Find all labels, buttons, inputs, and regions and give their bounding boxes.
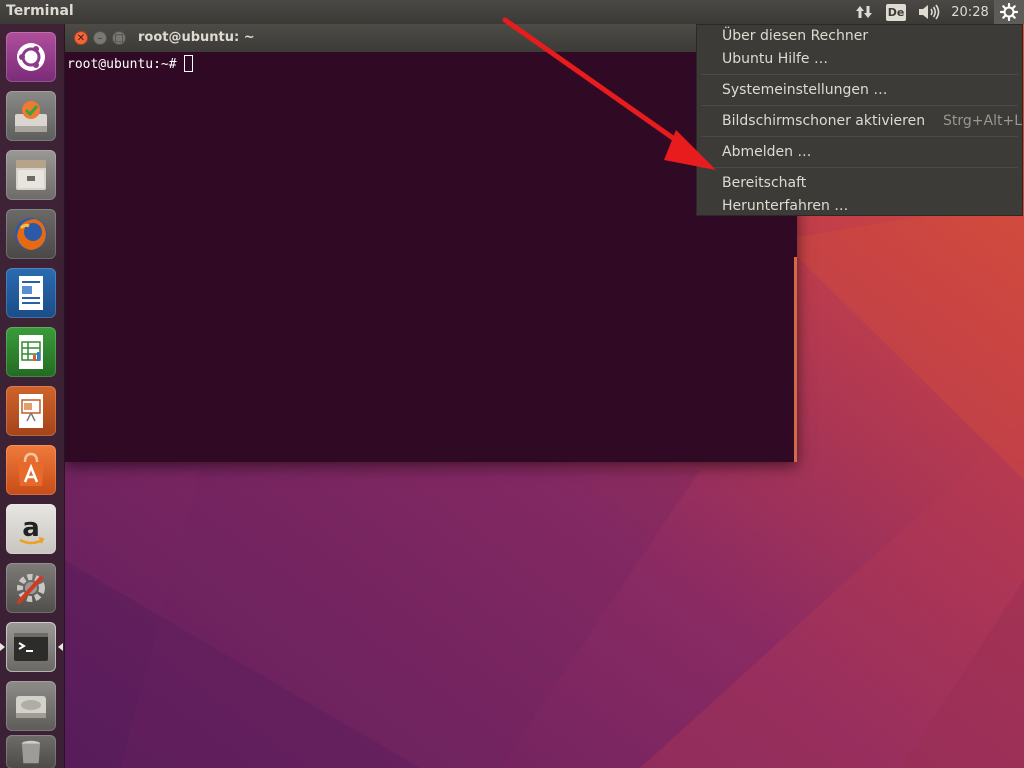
launcher-system-settings[interactable] bbox=[6, 563, 56, 613]
svg-text:a: a bbox=[22, 513, 40, 543]
launcher-running-indicator bbox=[0, 643, 5, 651]
menu-item-about[interactable]: Über diesen Rechner bbox=[722, 26, 868, 46]
desktop: Terminal De 20:28 a ✕ – □ root@ubuntu: ~… bbox=[0, 0, 1024, 768]
terminal-titlebar[interactable]: ✕ – □ root@ubuntu: ~ bbox=[65, 24, 797, 52]
volume-indicator[interactable] bbox=[916, 0, 942, 24]
disk-icon bbox=[16, 696, 46, 718]
menu-item-lock-screen[interactable]: Bildschirmschoner aktivieren bbox=[722, 111, 925, 131]
libreoffice-calc-icon bbox=[19, 335, 43, 369]
terminal-window[interactable]: ✕ – □ root@ubuntu: ~ root@ubuntu:~# bbox=[65, 24, 797, 462]
session-indicator[interactable] bbox=[994, 0, 1024, 24]
software-updater-icon bbox=[15, 101, 47, 132]
libreoffice-writer-icon bbox=[19, 276, 43, 310]
terminal-prompt: root@ubuntu:~# bbox=[67, 57, 177, 72]
files-icon bbox=[16, 160, 46, 190]
minimize-button[interactable]: – bbox=[93, 31, 107, 45]
session-menu: Über diesen Rechner Ubuntu Hilfe … Syste… bbox=[696, 24, 1023, 216]
terminal-title: root@ubuntu: ~ bbox=[138, 30, 255, 45]
menu-separator bbox=[701, 74, 1018, 75]
terminal-prompt-line: root@ubuntu:~# bbox=[67, 55, 193, 72]
launcher-dash-home[interactable] bbox=[6, 32, 56, 82]
menu-item-suspend[interactable]: Bereitschaft bbox=[722, 173, 806, 193]
launcher: a bbox=[0, 24, 65, 768]
system-settings-icon bbox=[17, 574, 45, 604]
maximize-icon: □ bbox=[114, 33, 124, 44]
launcher-software-updater[interactable] bbox=[6, 91, 56, 141]
trash-icon bbox=[21, 740, 41, 764]
menu-item-lock-screen-shortcut: Strg+Alt+L bbox=[943, 113, 1022, 129]
menu-separator bbox=[701, 136, 1018, 137]
ubuntu-software-icon bbox=[18, 452, 44, 486]
launcher-libreoffice-impress[interactable] bbox=[6, 386, 56, 436]
menu-separator bbox=[701, 167, 1018, 168]
launcher-amazon[interactable]: a bbox=[6, 504, 56, 554]
keyboard-layout-indicator[interactable]: De bbox=[884, 0, 908, 24]
launcher-firefox[interactable] bbox=[6, 209, 56, 259]
maximize-button[interactable]: □ bbox=[112, 31, 126, 45]
launcher-terminal[interactable] bbox=[6, 622, 56, 672]
terminal-output[interactable]: root@ubuntu:~# bbox=[65, 52, 797, 462]
launcher-disk[interactable] bbox=[6, 681, 56, 731]
menu-item-log-out[interactable]: Abmelden … bbox=[722, 142, 811, 162]
menu-separator bbox=[701, 105, 1018, 106]
launcher-libreoffice-writer[interactable] bbox=[6, 268, 56, 318]
launcher-ubuntu-software[interactable] bbox=[6, 445, 56, 495]
launcher-libreoffice-calc[interactable] bbox=[6, 327, 56, 377]
terminal-cursor bbox=[183, 55, 193, 72]
minimize-icon: – bbox=[97, 33, 103, 44]
launcher-files[interactable] bbox=[6, 150, 56, 200]
top-panel: Terminal De 20:28 bbox=[0, 0, 1024, 24]
menu-item-ubuntu-help[interactable]: Ubuntu Hilfe … bbox=[722, 49, 828, 69]
active-app-title: Terminal bbox=[6, 3, 74, 19]
amazon-icon: a bbox=[19, 513, 45, 545]
terminal-icon bbox=[14, 633, 48, 661]
gear-session-icon bbox=[1000, 3, 1018, 21]
clock[interactable]: 20:28 bbox=[948, 0, 992, 24]
launcher-focus-indicator bbox=[58, 643, 63, 651]
menu-item-shut-down[interactable]: Herunterfahren … bbox=[722, 196, 848, 216]
firefox-icon bbox=[15, 218, 47, 250]
volume-icon bbox=[919, 4, 940, 20]
launcher-trash[interactable] bbox=[6, 735, 56, 768]
close-icon: ✕ bbox=[76, 33, 86, 44]
menu-item-system-settings[interactable]: Systemeinstellungen … bbox=[722, 80, 887, 100]
close-button[interactable]: ✕ bbox=[74, 31, 88, 45]
dash-home-icon bbox=[17, 43, 45, 71]
window-resize-edge[interactable] bbox=[794, 257, 797, 462]
keyboard-layout-badge: De bbox=[886, 3, 906, 21]
libreoffice-impress-icon bbox=[19, 394, 43, 428]
network-transfer-icon bbox=[856, 6, 872, 18]
network-indicator[interactable] bbox=[852, 0, 876, 24]
